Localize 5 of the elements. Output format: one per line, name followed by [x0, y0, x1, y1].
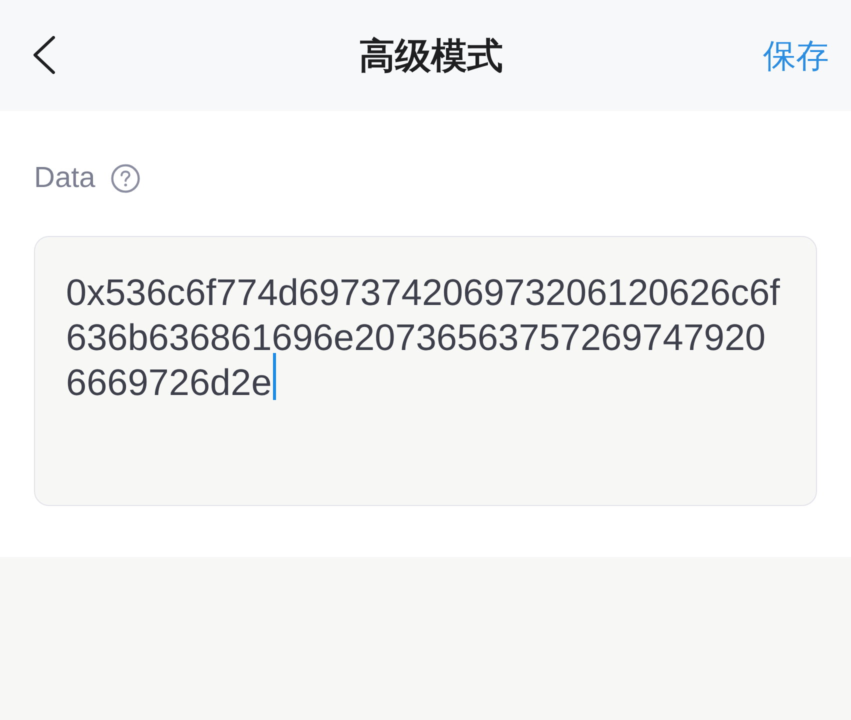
help-icon[interactable]	[111, 164, 140, 192]
data-input-field[interactable]: 0x536c6f774d697374206973206120626c6f636b636861696e207365637572697479206669726d2e	[34, 236, 817, 506]
back-icon[interactable]	[33, 36, 55, 74]
page-title: 高级模式	[359, 34, 503, 78]
field-label: Data	[34, 161, 96, 196]
